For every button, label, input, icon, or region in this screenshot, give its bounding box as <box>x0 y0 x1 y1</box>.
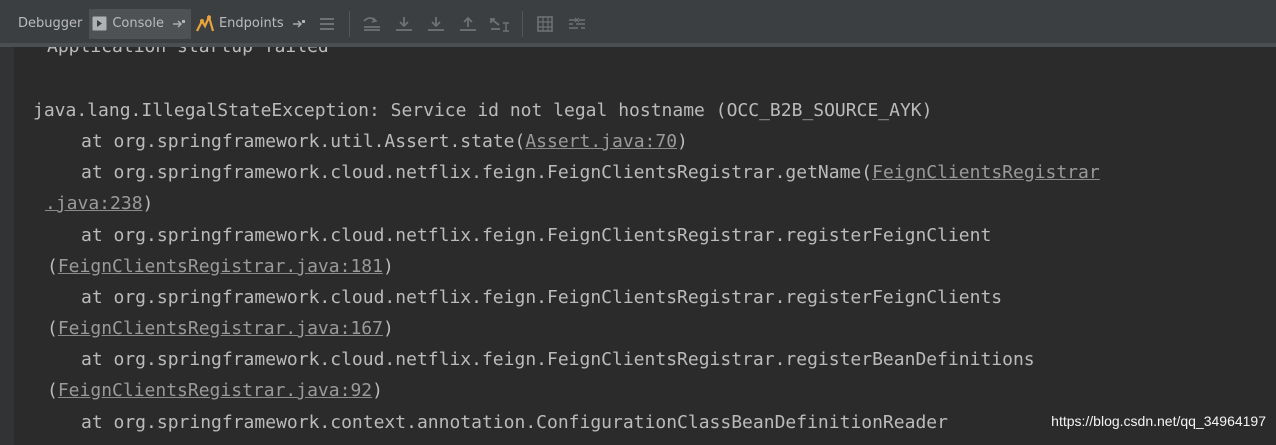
endpoints-icon <box>195 15 214 32</box>
status-line: Application startup failed <box>47 47 329 62</box>
source-link[interactable]: FeignClientsRegistrar <box>872 162 1100 183</box>
console-output[interactable]: Application startup failed java.lang.Ill… <box>14 47 1276 445</box>
scroll-to-top-icon[interactable] <box>361 11 383 37</box>
stack-frame: at org.springframework.cloud.netflix.fei… <box>81 162 1100 183</box>
stack-frame: at org.springframework.cloud.netflix.fei… <box>81 349 1035 370</box>
toolbar-separator <box>521 10 523 37</box>
stack-frame: at org.springframework.util.Assert.state… <box>81 131 688 152</box>
source-link[interactable]: FeignClientsRegistrar.java:181 <box>58 256 383 277</box>
watermark: https://blog.csdn.net/qq_34964197 <box>1051 413 1266 429</box>
source-link[interactable]: FeignClientsRegistrar.java:167 <box>58 318 383 339</box>
pin-icon[interactable] <box>292 19 306 29</box>
trace-icon[interactable] <box>566 11 588 37</box>
stack-frame-continuation: .java:238) <box>45 193 154 214</box>
tab-console-label: Console <box>112 16 164 31</box>
console-gutter <box>0 47 14 445</box>
evaluate-icon[interactable] <box>534 11 556 37</box>
tab-endpoints-label: Endpoints <box>218 16 284 31</box>
tab-debugger-label: Debugger <box>18 16 83 31</box>
tab-console[interactable]: Console <box>89 8 191 39</box>
stack-frame: at org.springframework.cloud.netflix.fei… <box>81 225 992 246</box>
stack-frame-continuation: (FeignClientsRegistrar.java:92) <box>47 380 383 401</box>
stack-frame: at org.springframework.cloud.netflix.fei… <box>81 287 1003 308</box>
tab-debugger[interactable]: Debugger <box>15 9 85 39</box>
source-link[interactable]: .java:238 <box>45 193 143 214</box>
pin-icon[interactable] <box>172 19 186 29</box>
source-link[interactable]: FeignClientsRegistrar.java:92 <box>58 380 372 401</box>
source-link[interactable]: Assert.java:70 <box>525 131 677 152</box>
stack-frame-continuation: (FeignClientsRegistrar.java:167) <box>47 318 394 339</box>
step-out-icon[interactable] <box>457 11 479 37</box>
menu-icon[interactable] <box>316 11 338 37</box>
run-to-cursor-icon[interactable] <box>489 11 511 37</box>
tab-endpoints[interactable]: Endpoints <box>193 9 311 39</box>
exception-line: java.lang.IllegalStateException: Service… <box>33 100 933 121</box>
console-icon <box>92 16 107 31</box>
stack-frame: at org.springframework.context.annotatio… <box>81 412 948 433</box>
toolbar-separator <box>348 10 350 37</box>
debug-toolbar: Debugger Console Endpoints <box>0 0 1276 47</box>
step-into-icon[interactable] <box>425 11 447 37</box>
step-over-icon[interactable] <box>393 11 415 37</box>
stack-frame-continuation: (FeignClientsRegistrar.java:181) <box>47 256 394 277</box>
